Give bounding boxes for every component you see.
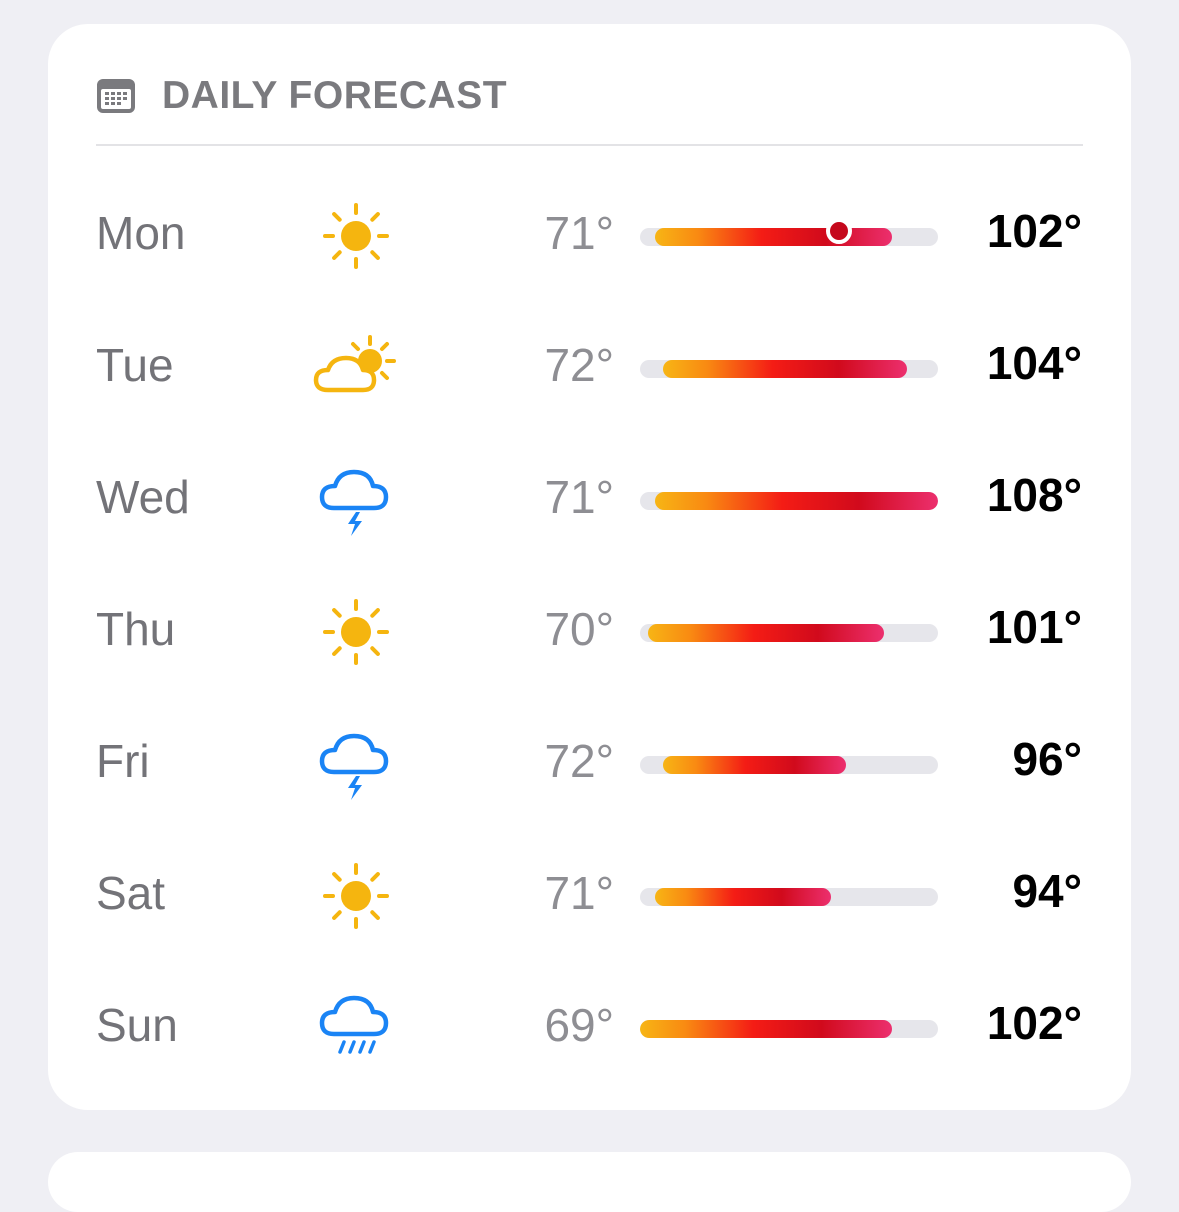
low-temp: 72° — [544, 735, 614, 787]
next-card — [48, 1152, 1131, 1212]
temp-range-bar — [640, 756, 938, 774]
day-label: Mon — [96, 207, 186, 259]
forecast-row-wed[interactable]: Wed 71° 108° — [48, 460, 1131, 540]
low-temp: 72° — [544, 339, 614, 391]
day-label: Fri — [96, 735, 150, 787]
current-temp-dot — [825, 218, 852, 244]
temp-range-bar — [640, 492, 938, 510]
calendar-icon — [96, 78, 136, 114]
low-temp: 70° — [544, 603, 614, 655]
day-label: Sun — [96, 999, 178, 1051]
temp-range-fill — [647, 624, 885, 642]
day-label: Wed — [96, 471, 190, 523]
forecast-header: DAILY FORECAST — [96, 68, 507, 124]
low-temp: 71° — [544, 867, 614, 919]
sun-icon — [308, 196, 404, 276]
high-temp: 108° — [986, 469, 1082, 521]
temp-range-bar — [640, 888, 938, 906]
temp-range-fill — [655, 492, 938, 510]
forecast-row-sun[interactable]: Sun 69° 102° — [48, 988, 1131, 1068]
thunderstorm-icon — [308, 724, 404, 804]
header-divider — [96, 144, 1083, 146]
forecast-row-mon[interactable]: Mon 71° 102° — [48, 196, 1131, 276]
daily-forecast-card: DAILY FORECAST Mon 71° 102° Tue 72° 104° Wed 71… — [48, 24, 1131, 1110]
high-temp: 104° — [986, 337, 1082, 389]
day-label: Tue — [96, 339, 174, 391]
day-label: Sat — [96, 867, 166, 919]
high-temp: 102° — [986, 997, 1082, 1049]
high-temp: 94° — [1012, 865, 1082, 917]
temp-range-fill — [662, 360, 908, 378]
day-label: Thu — [96, 603, 176, 655]
partly-cloudy-icon — [308, 328, 404, 408]
forecast-row-tue[interactable]: Tue 72° 104° — [48, 328, 1131, 408]
temp-range-fill — [640, 1020, 893, 1038]
forecast-row-fri[interactable]: Fri 72° 96° — [48, 724, 1131, 804]
high-temp: 96° — [1012, 733, 1082, 785]
low-temp: 71° — [544, 207, 614, 259]
sun-icon — [308, 856, 404, 936]
temp-range-bar — [640, 360, 938, 378]
rain-icon — [308, 988, 404, 1068]
low-temp: 71° — [544, 471, 614, 523]
temp-range-fill — [655, 228, 893, 246]
forecast-row-thu[interactable]: Thu 70° 101° — [48, 592, 1131, 672]
sun-icon — [308, 592, 404, 672]
temp-range-fill — [655, 888, 831, 906]
thunderstorm-icon — [308, 460, 404, 540]
low-temp: 69° — [544, 999, 614, 1051]
temp-range-bar — [640, 1020, 938, 1038]
temp-range-bar — [640, 624, 938, 642]
temp-range-fill — [662, 756, 847, 774]
forecast-row-sat[interactable]: Sat 71° 94° — [48, 856, 1131, 936]
high-temp: 101° — [986, 601, 1082, 653]
high-temp: 102° — [986, 205, 1082, 257]
temp-range-bar — [640, 228, 938, 246]
header-title: DAILY FORECAST — [162, 74, 508, 117]
